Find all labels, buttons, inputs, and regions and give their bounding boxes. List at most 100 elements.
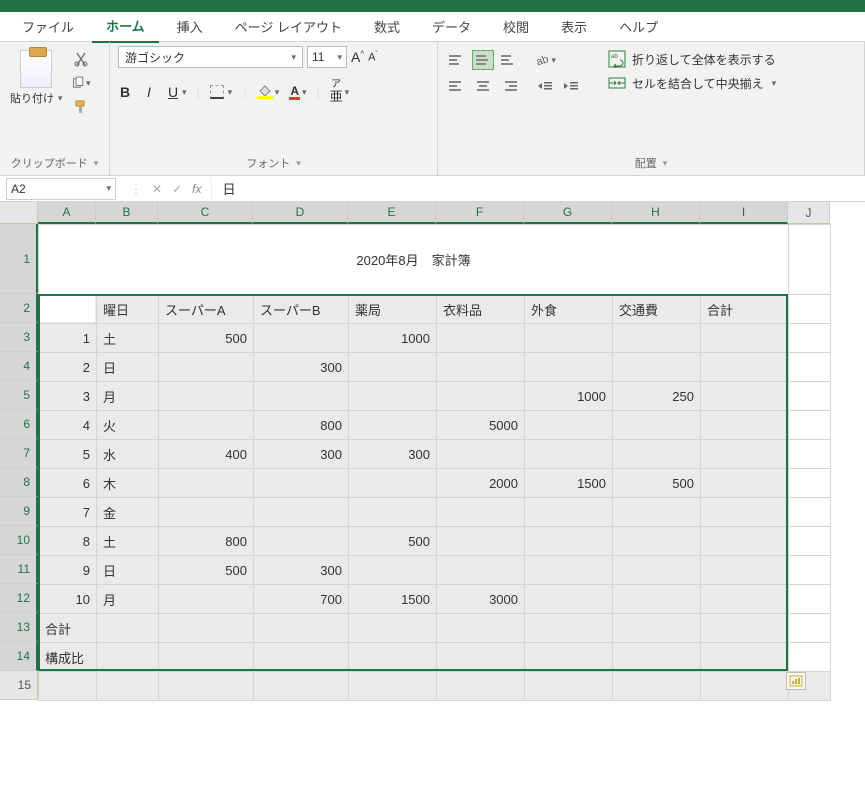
cell[interactable] — [789, 411, 831, 440]
cell-transport[interactable]: 250 — [613, 382, 701, 411]
cell[interactable] — [349, 672, 437, 701]
cell-clothing[interactable] — [437, 353, 525, 382]
font-color-button[interactable]: A ▾ — [289, 85, 306, 100]
column-header-F[interactable]: F — [436, 202, 524, 224]
cell[interactable] — [789, 614, 831, 643]
cell-pharmacy[interactable] — [349, 498, 437, 527]
cell[interactable] — [789, 225, 831, 295]
cell-dining[interactable] — [525, 585, 613, 614]
cell-total[interactable] — [701, 498, 789, 527]
tab-help[interactable]: ヘルプ — [605, 11, 672, 42]
cell-total[interactable] — [701, 585, 789, 614]
cell[interactable] — [613, 672, 701, 701]
cell[interactable] — [97, 672, 159, 701]
header-transport[interactable]: 交通費 — [613, 295, 701, 324]
orientation-button[interactable]: ab ▾ — [534, 50, 556, 70]
cell-day[interactable]: 6 — [39, 469, 97, 498]
cell-clothing[interactable] — [437, 324, 525, 353]
cell-superB[interactable] — [254, 469, 349, 498]
cell-pharmacy[interactable]: 300 — [349, 440, 437, 469]
column-header-D[interactable]: D — [253, 202, 348, 224]
wrap-text-button[interactable]: ab 折り返して全体を表示する — [608, 50, 856, 68]
column-header-E[interactable]: E — [348, 202, 436, 224]
cell-weekday[interactable]: 木 — [97, 469, 159, 498]
cell[interactable] — [97, 643, 159, 672]
cut-button[interactable] — [71, 50, 91, 68]
cell-transport[interactable] — [613, 324, 701, 353]
cell-superB[interactable] — [254, 324, 349, 353]
footer-total-label[interactable]: 合計 — [39, 614, 97, 643]
header-superB[interactable]: スーパーB — [254, 295, 349, 324]
tab-home[interactable]: ホーム — [92, 10, 159, 43]
cell[interactable] — [789, 469, 831, 498]
cell-weekday[interactable]: 土 — [97, 527, 159, 556]
paste-button[interactable]: 貼り付け ▾ — [8, 46, 65, 110]
cell-superB[interactable]: 300 — [254, 556, 349, 585]
cell-pharmacy[interactable]: 1500 — [349, 585, 437, 614]
insert-function-button[interactable]: fx — [192, 182, 201, 196]
cell[interactable] — [349, 643, 437, 672]
cell-superA[interactable]: 800 — [159, 527, 254, 556]
cell[interactable] — [525, 643, 613, 672]
cell-dining[interactable] — [525, 353, 613, 382]
cell-total[interactable] — [701, 411, 789, 440]
italic-button[interactable]: I — [142, 84, 156, 100]
cell-transport[interactable] — [613, 556, 701, 585]
cell[interactable] — [39, 672, 97, 701]
tab-view[interactable]: 表示 — [547, 11, 601, 42]
cell-clothing[interactable] — [437, 527, 525, 556]
font-size-select[interactable]: 11 ▾ — [307, 46, 347, 68]
cancel-formula-button[interactable]: ✕ — [152, 182, 162, 196]
cell[interactable] — [701, 643, 789, 672]
merge-center-button[interactable]: セルを結合して中央揃え ▾ — [608, 74, 856, 92]
cell[interactable] — [254, 672, 349, 701]
row-header-3[interactable]: 3 — [0, 323, 38, 352]
cell[interactable] — [159, 672, 254, 701]
cell[interactable] — [789, 440, 831, 469]
row-header-5[interactable]: 5 — [0, 381, 38, 410]
title-cell[interactable]: 2020年8月 家計簿 — [39, 225, 789, 295]
bold-button[interactable]: B — [118, 84, 132, 100]
enter-formula-button[interactable]: ✓ — [172, 182, 182, 196]
cell-superB[interactable] — [254, 527, 349, 556]
cell[interactable] — [789, 353, 831, 382]
cell-transport[interactable] — [613, 498, 701, 527]
column-header-J[interactable]: J — [788, 202, 830, 224]
cell-transport[interactable]: 500 — [613, 469, 701, 498]
cell-superB[interactable]: 300 — [254, 440, 349, 469]
row-header-4[interactable]: 4 — [0, 352, 38, 381]
cell-dining[interactable] — [525, 527, 613, 556]
cell[interactable] — [254, 643, 349, 672]
column-header-A[interactable]: A — [38, 202, 96, 224]
tab-formulas[interactable]: 数式 — [360, 11, 414, 42]
cell-superB[interactable]: 800 — [254, 411, 349, 440]
cell-day[interactable]: 4 — [39, 411, 97, 440]
cell-superA[interactable]: 500 — [159, 556, 254, 585]
cell-transport[interactable] — [613, 527, 701, 556]
row-header-9[interactable]: 9 — [0, 497, 38, 526]
cell[interactable] — [789, 527, 831, 556]
footer-ratio-label[interactable]: 構成比 — [39, 643, 97, 672]
align-middle-button[interactable] — [472, 50, 494, 70]
cell[interactable] — [789, 556, 831, 585]
column-header-B[interactable]: B — [96, 202, 158, 224]
format-painter-button[interactable] — [71, 98, 91, 116]
cell[interactable] — [613, 643, 701, 672]
header-clothing[interactable]: 衣料品 — [437, 295, 525, 324]
row-header-7[interactable]: 7 — [0, 439, 38, 468]
header-pharmacy[interactable]: 薬局 — [349, 295, 437, 324]
cell-weekday[interactable]: 金 — [97, 498, 159, 527]
cell-dining[interactable]: 1000 — [525, 382, 613, 411]
cell[interactable] — [97, 614, 159, 643]
header-day[interactable]: 日 — [39, 295, 97, 324]
select-all-corner[interactable] — [0, 202, 38, 224]
cell[interactable] — [437, 672, 525, 701]
cell-weekday[interactable]: 水 — [97, 440, 159, 469]
cell-clothing[interactable]: 2000 — [437, 469, 525, 498]
dialog-launcher-icon[interactable]: ▾ — [94, 158, 99, 169]
cell-transport[interactable] — [613, 585, 701, 614]
cell-clothing[interactable] — [437, 498, 525, 527]
cell-day[interactable]: 5 — [39, 440, 97, 469]
cell-superA[interactable] — [159, 498, 254, 527]
row-header-12[interactable]: 12 — [0, 584, 38, 613]
